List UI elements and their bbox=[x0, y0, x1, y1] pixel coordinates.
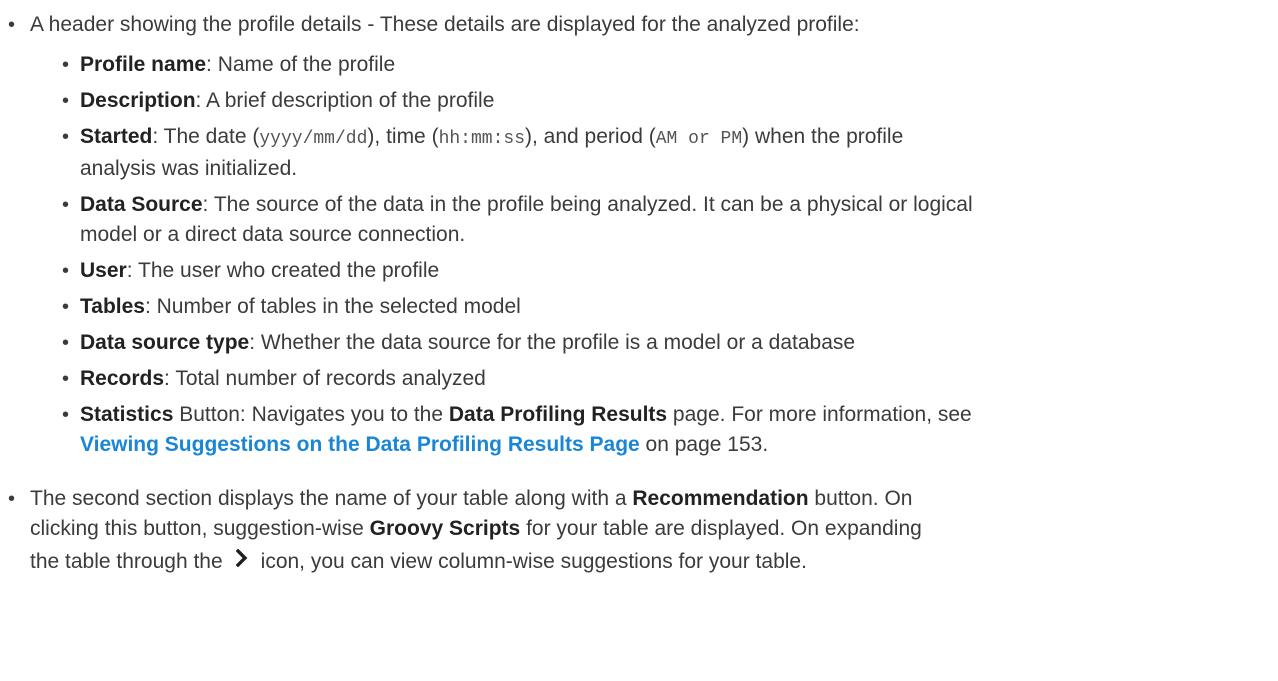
detail-label: Data Source bbox=[80, 193, 203, 216]
text-part: clicking this button, suggestion-wise bbox=[30, 517, 370, 540]
detail-label: User bbox=[80, 259, 127, 282]
detail-label: Tables bbox=[80, 295, 145, 318]
detail-data-source-type: Data source type: Whether the data sourc… bbox=[30, 328, 1278, 358]
page-ref: on page 153. bbox=[639, 433, 769, 456]
detail-desc-part: : The date ( bbox=[152, 125, 260, 148]
header-bullet: A header showing the profile details - T… bbox=[0, 10, 1278, 460]
detail-description: Description: A brief description of the … bbox=[30, 86, 1278, 116]
detail-data-source: Data Source: The source of the data in t… bbox=[30, 190, 1278, 250]
detail-desc-part: ) when the profile bbox=[742, 125, 904, 148]
main-bullet-list: A header showing the profile details - T… bbox=[0, 10, 1278, 588]
detail-label: Statistics bbox=[80, 403, 174, 426]
detail-desc-part: page. For more information, see bbox=[667, 403, 972, 426]
text-part: icon, you can view column-wise suggestio… bbox=[260, 550, 807, 573]
header-bullet-text: A header showing the profile details - T… bbox=[30, 13, 860, 36]
time-format: hh:mm:ss bbox=[438, 129, 525, 149]
document-body: A header showing the profile details - T… bbox=[0, 10, 1278, 588]
detail-records: Records: Total number of records analyze… bbox=[30, 364, 1278, 394]
detail-statistics: Statistics Button: Navigates you to the … bbox=[30, 400, 1278, 460]
detail-profile-name: Profile name: Name of the profile bbox=[30, 50, 1278, 80]
viewing-suggestions-link[interactable]: Viewing Suggestions on the Data Profilin… bbox=[80, 433, 640, 456]
detail-desc: : Number of tables in the selected model bbox=[144, 295, 521, 318]
detail-desc: : Total number of records analyzed bbox=[164, 367, 486, 390]
detail-label: Data source type bbox=[80, 331, 250, 354]
detail-desc: : Whether the data source for the profil… bbox=[249, 331, 856, 354]
detail-tables: Tables: Number of tables in the selected… bbox=[30, 292, 1278, 322]
detail-desc-continued: analysis was initialized. bbox=[80, 157, 298, 180]
detail-desc: : The user who created the profile bbox=[126, 259, 440, 282]
profile-details-list: Profile name: Name of the profile Descri… bbox=[30, 50, 1278, 460]
recommendation-ref: Recommendation bbox=[632, 487, 809, 510]
groovy-scripts-ref: Groovy Scripts bbox=[369, 517, 521, 540]
detail-user: User: The user who created the profile bbox=[30, 256, 1278, 286]
detail-started: Started: The date (yyyy/mm/dd), time (hh… bbox=[30, 122, 1278, 184]
detail-label: Description bbox=[80, 89, 196, 112]
date-format: yyyy/mm/dd bbox=[259, 129, 368, 149]
detail-desc: : The source of the data in the profile … bbox=[202, 193, 973, 216]
period-format: AM or PM bbox=[655, 129, 743, 149]
chevron-right-icon bbox=[223, 540, 261, 588]
detail-desc: : Name of the profile bbox=[206, 53, 396, 76]
data-profiling-results-ref: Data Profiling Results bbox=[448, 403, 668, 426]
text-part: The second section displays the name of … bbox=[30, 487, 633, 510]
text-part: the table through the bbox=[30, 550, 223, 573]
detail-label: Records bbox=[80, 367, 165, 390]
text-part: button. On bbox=[808, 487, 913, 510]
detail-desc-part: Button: Navigates you to the bbox=[173, 403, 449, 426]
detail-desc-part: ), time ( bbox=[367, 125, 439, 148]
detail-label: Started bbox=[80, 125, 153, 148]
text-part: for your table are displayed. On expandi… bbox=[520, 517, 922, 540]
detail-desc-part: ), and period ( bbox=[525, 125, 656, 148]
second-section-bullet: The second section displays the name of … bbox=[0, 484, 1278, 588]
detail-desc-continued: model or a direct data source connection… bbox=[80, 223, 466, 246]
detail-desc: : A brief description of the profile bbox=[195, 89, 495, 112]
detail-label: Profile name bbox=[80, 53, 207, 76]
